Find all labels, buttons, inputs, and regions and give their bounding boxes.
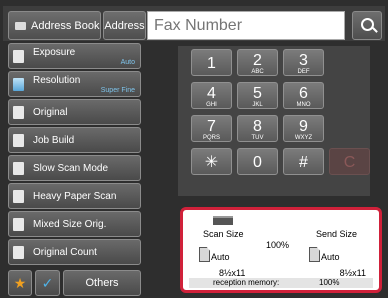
page-icon <box>199 247 210 262</box>
reception-memory-label: reception memory: <box>213 278 280 287</box>
heavy-paper-icon <box>13 190 24 203</box>
address-book-icon <box>15 21 26 30</box>
menu-item-value: Auto <box>120 59 135 66</box>
menu-item-label: Resolution <box>33 75 81 86</box>
address-book-button[interactable]: Address Book <box>8 11 101 40</box>
menu-item-mixed-size-orig[interactable]: Mixed Size Orig. <box>8 211 141 237</box>
key-hash[interactable]: # <box>283 148 324 175</box>
others-label: Others <box>85 277 119 289</box>
key-5[interactable]: 5 JKL <box>237 82 278 109</box>
key-4[interactable]: 4 GHI <box>191 82 232 109</box>
star-icon: ★ <box>13 274 27 291</box>
fax-number-input[interactable] <box>147 11 345 40</box>
menu-item-label: Heavy Paper Scan <box>33 191 117 202</box>
key-8[interactable]: 8 TUV <box>237 115 278 142</box>
scan-paper-size: 8½x11 <box>219 268 246 278</box>
menu-item-value: Super Fine <box>100 87 135 94</box>
search-button[interactable] <box>352 11 382 40</box>
address-label: Address <box>104 19 145 32</box>
others-button[interactable]: Others <box>63 270 141 296</box>
scan-size-label: Scan Size <box>203 229 244 239</box>
reception-memory-value: 100% <box>319 278 340 287</box>
key-1[interactable]: 1 <box>191 49 232 76</box>
send-size-label: Send Size <box>315 229 357 239</box>
address-book-label: Address Book <box>31 19 100 32</box>
address-button[interactable]: Address <box>103 11 146 40</box>
exposure-icon <box>13 50 24 63</box>
menu-item-label: Original Count <box>33 247 97 258</box>
send-paper-size: 8½x11 <box>339 268 366 278</box>
asterisk-icon: ✳ <box>204 154 219 171</box>
ratio-value: 100% <box>266 240 290 250</box>
menu-item-heavy-paper-scan[interactable]: Heavy Paper Scan <box>8 183 141 209</box>
resolution-icon <box>13 78 24 91</box>
menu-item-exposure[interactable]: Exposure Auto <box>8 43 141 69</box>
scanner-icon <box>213 216 233 225</box>
menu-item-label: Exposure <box>33 47 76 58</box>
menu-item-original-count[interactable]: Original Count <box>8 239 141 265</box>
check-icon: ✓ <box>41 274 54 291</box>
job-build-icon <box>13 134 24 147</box>
key-asterisk[interactable]: ✳ <box>191 148 232 175</box>
favorites-button[interactable]: ★ <box>8 270 32 296</box>
page-icon <box>309 247 320 262</box>
key-6[interactable]: 6 MNO <box>283 82 324 109</box>
menu-item-label: Job Build <box>33 135 75 146</box>
menu-item-original[interactable]: Original <box>8 99 141 125</box>
send-mode-value: Auto <box>321 252 340 262</box>
menu-item-job-build[interactable]: Job Build <box>8 127 141 153</box>
reception-memory-bar: reception memory: 100% <box>189 278 373 288</box>
clear-button[interactable]: C <box>329 148 370 175</box>
key-9[interactable]: 9 WXYZ <box>283 115 324 142</box>
mixed-size-icon <box>13 218 24 231</box>
menu-item-label: Mixed Size Orig. <box>33 219 107 230</box>
numeric-keypad: 1 2 ABC 3 DEF 4 GHI 5 JKL 6 MNO 7 PQRS 8… <box>178 46 370 196</box>
top-bar: Address Book Address <box>3 6 385 41</box>
menu-item-label: Slow Scan Mode <box>33 163 109 174</box>
scan-mode-value: Auto <box>211 252 230 262</box>
fax-screen: Address Book Address Exposure Auto Resol… <box>0 0 388 298</box>
original-icon <box>13 106 24 119</box>
menu-item-resolution[interactable]: Resolution Super Fine <box>8 71 141 97</box>
menu-item-label: Original <box>33 107 68 118</box>
menu-item-slow-scan-mode[interactable]: Slow Scan Mode <box>8 155 141 181</box>
slow-scan-icon <box>13 162 24 175</box>
scan-status-panel: Scan Size Send Size 100% Auto Auto 8½x11… <box>180 207 382 293</box>
check-button[interactable]: ✓ <box>35 270 60 296</box>
key-7[interactable]: 7 PQRS <box>191 115 232 142</box>
key-2[interactable]: 2 ABC <box>237 49 278 76</box>
key-3[interactable]: 3 DEF <box>283 49 324 76</box>
key-0[interactable]: 0 <box>237 148 278 175</box>
original-count-icon <box>13 246 24 259</box>
